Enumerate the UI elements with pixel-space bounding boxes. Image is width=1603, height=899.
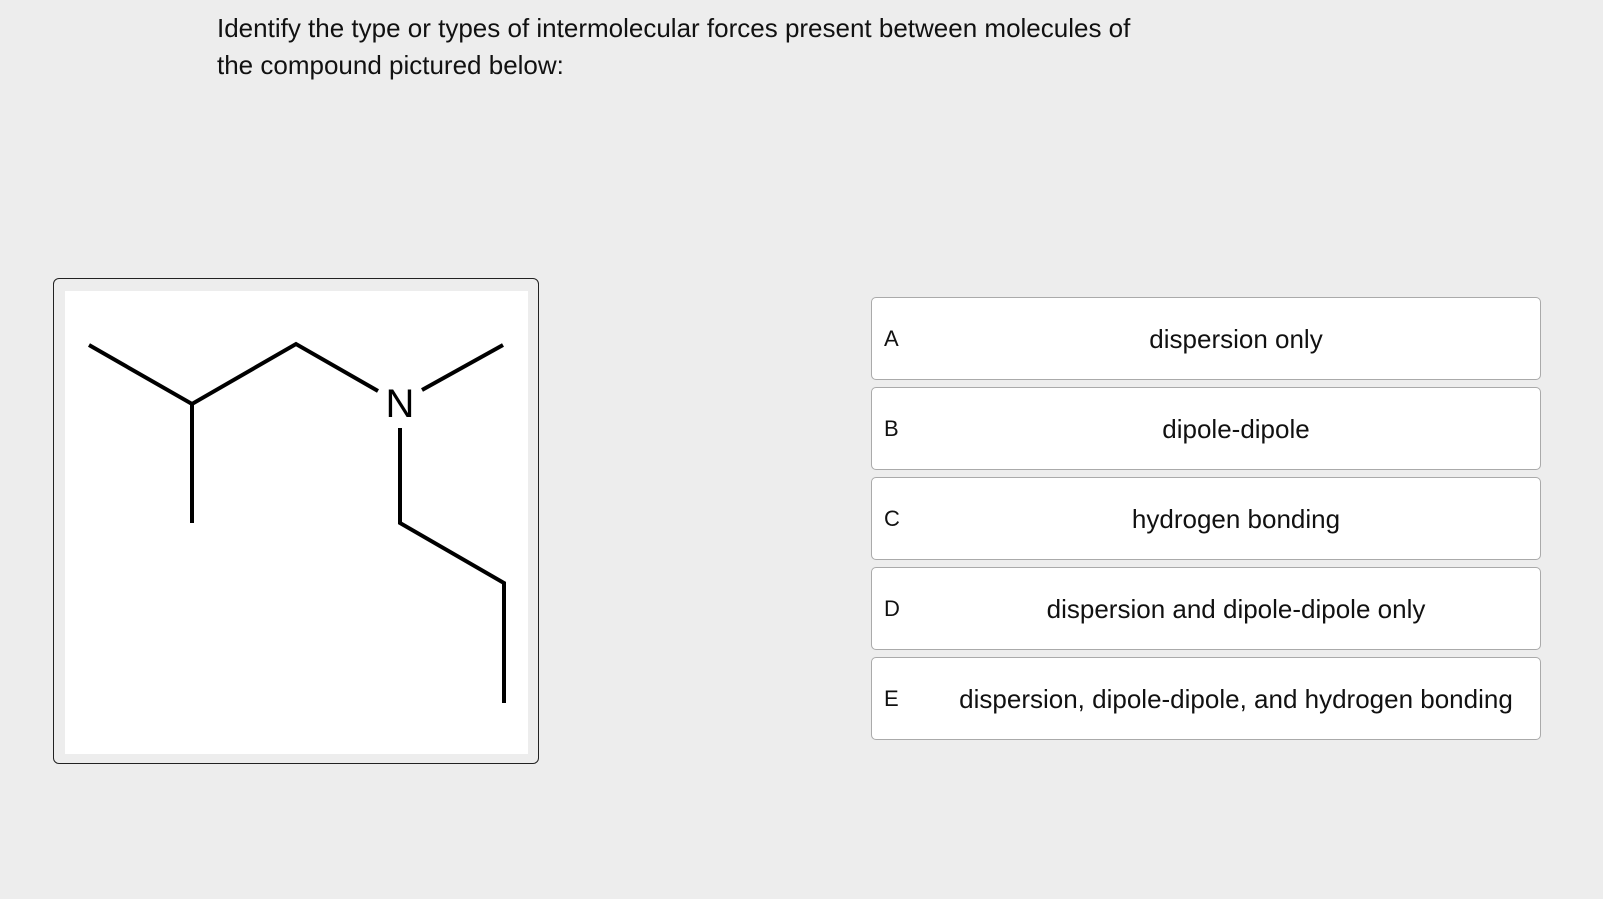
question-line-1: Identify the type or types of intermolec… [217, 13, 1131, 43]
option-text: dispersion, dipole-dipole, and hydrogen … [959, 684, 1513, 714]
question-text: Identify the type or types of intermolec… [217, 10, 1197, 84]
option-letter: B [884, 416, 899, 441]
option-b[interactable]: B dipole-dipole [871, 387, 1541, 470]
molecule-image [65, 291, 528, 754]
option-text: hydrogen bonding [1131, 504, 1341, 534]
molecule-image-frame [53, 278, 539, 764]
option-text: dispersion and dipole-dipole only [1046, 594, 1426, 624]
option-text: dispersion only [1149, 324, 1323, 354]
option-a[interactable]: A dispersion only [871, 297, 1541, 380]
option-e[interactable]: E dispersion, dipole-dipole, and hydroge… [871, 657, 1541, 740]
option-text: dipole-dipole [1162, 414, 1310, 444]
question-line-2: the compound pictured below: [217, 50, 564, 80]
option-letter: C [884, 506, 900, 531]
option-letter: D [884, 596, 900, 621]
option-letter: A [884, 326, 899, 351]
option-letter: E [884, 686, 899, 711]
option-c[interactable]: C hydrogen bonding [871, 477, 1541, 560]
option-d[interactable]: D dispersion and dipole-dipole only [871, 567, 1541, 650]
